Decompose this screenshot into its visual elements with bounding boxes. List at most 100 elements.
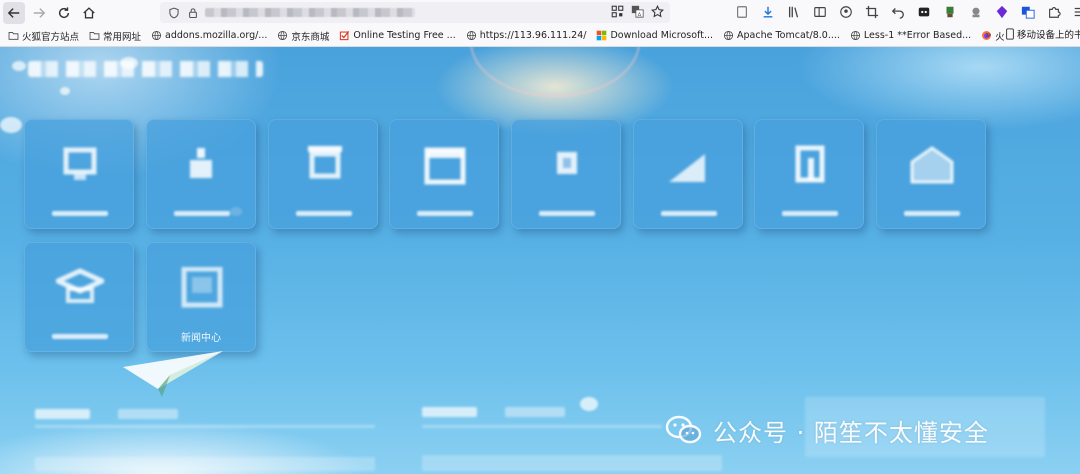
bookmark-label: Download Microsoft... [610,30,714,41]
tile-label-redacted [661,211,717,216]
bookmark-item[interactable]: Apache Tomcat/8.0.... [721,27,842,45]
section-tab-redacted[interactable] [35,409,90,419]
home-button[interactable] [78,2,100,24]
download-icon [763,6,772,18]
newspaper-icon [181,267,223,308]
bookmark-label: https://113.96.111.24/ [479,30,587,41]
chart-icon [669,154,705,182]
extension-1-button[interactable] [915,3,932,20]
tile-label-redacted [904,211,960,216]
bookmark-item[interactable]: Online Testing Free ... [337,27,457,45]
gear-icon [557,152,577,174]
extension-4-button[interactable] [993,3,1010,20]
site-logo-redacted [28,61,263,77]
phone-icon [1006,28,1014,40]
app-tile[interactable] [24,242,134,352]
app-tile[interactable] [876,119,986,229]
calendar-icon [424,147,466,185]
tile-label: 新闻中心 [181,333,221,344]
app-tile[interactable] [389,119,499,229]
page-icon [736,5,747,18]
tile-label-redacted [52,334,108,339]
monitor-icon [63,147,97,180]
section-divider [35,425,375,428]
back-button[interactable] [3,1,25,24]
mobile-bookmarks-label: 移动设备上的书签 [1017,30,1080,41]
bookmark-item[interactable]: 京东商城 [275,27,331,45]
news-center-tile[interactable]: 新闻中心 [146,242,256,352]
diamond-icon [996,5,1007,18]
watermark-text: 公众号 · 陌笙不太懂安全 [713,418,989,447]
blossom-decoration [12,61,26,71]
tile-label-redacted [174,211,230,216]
app-tile[interactable] [24,119,134,229]
content-row-redacted [35,457,375,471]
bookmark-item[interactable]: addons.mozilla.org/... [149,27,269,45]
bookmark-label: Less-1 **Error Based... [863,30,972,41]
bookmarks-overflow-chevron[interactable]: » [985,28,992,41]
app-tile[interactable] [146,119,256,229]
qr-code-icon[interactable] [611,5,624,18]
tile-label-redacted [52,211,108,216]
bookmark-label: addons.mozilla.org/... [165,30,268,41]
menu-button[interactable] [1071,3,1080,20]
sidebar-button[interactable] [811,3,828,20]
library-button[interactable] [785,3,802,20]
paper-plane-decoration [123,351,223,397]
app-tile[interactable] [268,119,378,229]
translate-ext-icon [1021,6,1035,19]
globe-icon [278,30,288,41]
bookmark-label: 常用网址 [103,31,142,43]
bookmark-label: 京东商城 [291,31,330,43]
undo-icon [891,7,904,19]
section-tab-redacted[interactable] [422,407,477,417]
svg-text:A: A [638,12,642,18]
sidebar-icon [813,6,826,17]
tile-label-redacted [539,211,595,216]
bookmark-item[interactable]: https://113.96.111.24/ [464,27,589,45]
section-tab-redacted[interactable] [118,409,178,419]
app-tile[interactable] [633,119,743,229]
translate-icon[interactable]: A [631,5,644,18]
crop-icon [865,5,878,18]
bookmark-item[interactable]: Download Microsoft... [594,27,715,45]
sun-glow-decoration [470,47,640,97]
reader-view-button[interactable] [733,3,750,20]
bookmark-item[interactable]: 常用网址 [87,27,143,45]
bookmark-item[interactable]: Less-1 **Error Based... [848,27,973,45]
document-stack-icon [308,146,342,179]
mobile-bookmarks-item[interactable]: 移动设备上的书签 [1005,27,1080,41]
robot-icon [972,7,979,17]
address-bar[interactable]: A [160,2,670,23]
building-icon [795,145,825,183]
bookmark-item[interactable]: 火狐官方站点 [6,27,81,45]
app-tile[interactable] [511,119,621,229]
globe-icon [723,30,734,41]
section-divider [422,425,662,428]
web-page: 新闻中心 公众号 · 陌笙不太懂安全 [0,47,1080,474]
account-button[interactable] [837,3,854,20]
star-bookmark-icon[interactable] [651,5,664,18]
reload-button[interactable] [53,2,75,24]
reload-icon [58,6,70,18]
extension-5-button[interactable] [1019,3,1036,20]
undo-button[interactable] [889,3,906,20]
downloads-button[interactable] [759,3,776,20]
forward-button[interactable] [28,2,50,24]
folder-icon [89,31,100,40]
globe-icon [151,30,162,41]
blossom-decoration [60,87,70,95]
screenshot-button[interactable] [863,3,880,20]
app-tile[interactable] [754,119,864,229]
checkbox-icon [340,30,350,41]
blossom-decoration [580,397,598,411]
extensions-button[interactable] [1045,3,1062,20]
extension-3-button[interactable] [967,3,984,20]
extension-2-button[interactable] [941,3,958,20]
bookmarks-bar: 火狐官方站点 常用网址 addons.mozilla.org/... 京东商城 … [0,25,1080,47]
tile-label-redacted [296,211,352,216]
tile-label-redacted [417,211,473,216]
browser-toolbar: A [0,0,1080,25]
wechat-icon [665,415,702,444]
section-tab-redacted[interactable] [505,407,565,417]
